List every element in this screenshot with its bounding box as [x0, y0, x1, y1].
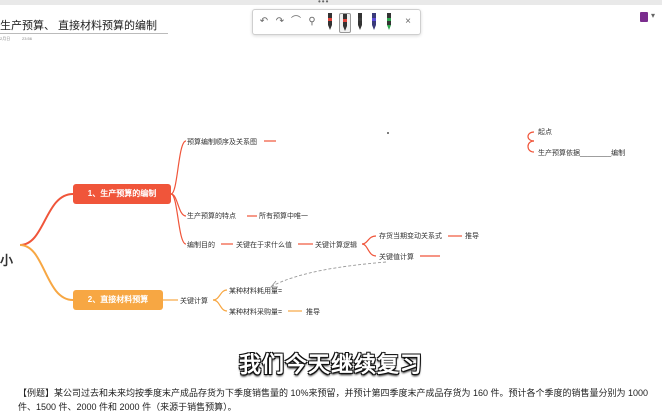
node-feature[interactable]: 生产预算的特点	[187, 211, 236, 221]
node-material-purchase[interactable]: 某种材料采购量=	[229, 307, 282, 317]
node-material-usage[interactable]: 某种材料耗用量=	[229, 286, 282, 296]
branch-production-budget[interactable]: 1、生产预算的编制	[73, 184, 171, 204]
video-subtitle: 我们今天继续复习	[238, 353, 423, 378]
node-feature-value[interactable]: 所有预算中唯一	[259, 211, 308, 221]
node-logic[interactable]: 关键计算逻辑	[315, 240, 357, 250]
node-purpose[interactable]: 编制目的	[187, 240, 215, 250]
branch-direct-material-budget[interactable]: 2、直接材料预算	[73, 290, 163, 310]
node-inventory[interactable]: 存货当期变动关系式	[379, 231, 442, 241]
node-start[interactable]: 起点	[538, 127, 552, 137]
example-text: 【例题】某公司过去和未来均按季度末产成品存货为下季度销售量的 10%来预留，并预…	[18, 388, 649, 412]
node-derive-1[interactable]: 推导	[465, 231, 479, 241]
node-budget-order[interactable]: 预算编制顺序及关系图	[187, 137, 257, 147]
node-derive-2[interactable]: 推导	[306, 307, 320, 317]
node-basis[interactable]: 生产预算依据________编制	[538, 148, 625, 158]
node-key[interactable]: 关键在于求什么值	[236, 240, 292, 250]
node-keyvalue[interactable]: 关键值计算	[379, 252, 414, 262]
node-key-calc[interactable]: 关键计算	[180, 296, 208, 306]
